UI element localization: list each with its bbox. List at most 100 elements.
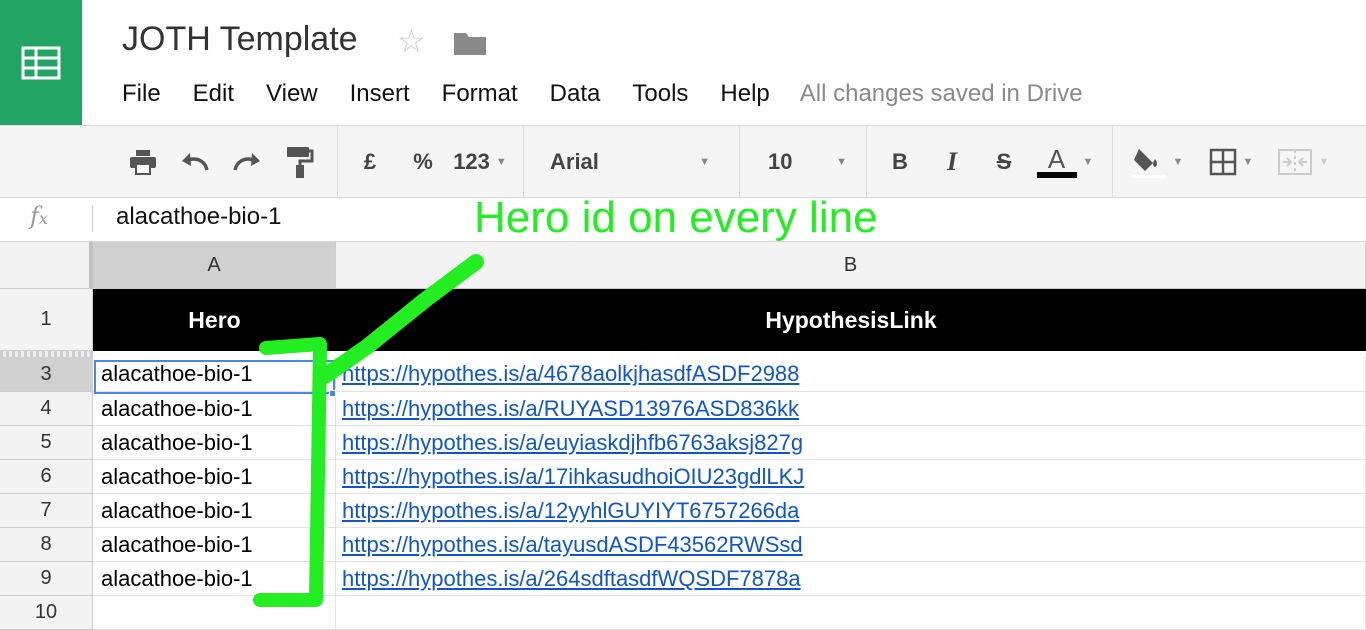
cell-link[interactable]: https://hypothes.is/a/4678aolkjhasdfASDF… [336, 357, 1366, 392]
menu-tools[interactable]: Tools [616, 80, 704, 108]
cell-link[interactable]: https://hypothes.is/a/17ihkasudhoiOIU23g… [336, 460, 1366, 494]
redo-icon [233, 153, 260, 171]
text-color-button[interactable]: A ▼ [1034, 126, 1096, 198]
chevron-down-icon: ▼ [699, 156, 710, 168]
hypothesis-link[interactable]: https://hypothes.is/a/264sdftasdfWQSDF78… [342, 566, 801, 592]
menu-file[interactable]: File [106, 80, 177, 108]
text-color-icon: A [1036, 144, 1077, 178]
borders-button[interactable]: ▼ [1200, 126, 1262, 198]
undo-button[interactable] [176, 126, 214, 198]
cell-hero[interactable]: alacathoe-bio-1 [93, 528, 336, 562]
menu-data[interactable]: Data [534, 80, 617, 108]
font-size-value: 10 [768, 149, 793, 174]
row-header-5[interactable]: 5 [0, 426, 93, 460]
borders-icon [1209, 148, 1236, 176]
paint-format-button[interactable] [280, 126, 318, 198]
fill-color-button[interactable]: ▼ [1126, 126, 1188, 198]
toolbar-divider [739, 126, 740, 198]
menu-format[interactable]: Format [426, 80, 534, 108]
hypothesis-link[interactable]: https://hypothes.is/a/4678aolkjhasdfASDF… [342, 361, 799, 387]
merge-cells-icon [1277, 149, 1312, 175]
print-button[interactable] [124, 126, 162, 198]
fx-icon: fx [30, 202, 48, 230]
sheets-grid-icon [21, 46, 61, 79]
chevron-down-icon: ▼ [1082, 156, 1094, 168]
row-header-10[interactable]: 10 [0, 596, 93, 630]
column-header-b[interactable]: B [336, 242, 1366, 289]
cell-hero[interactable]: alacathoe-bio-1 [93, 357, 336, 392]
column-header-a[interactable]: A [93, 242, 336, 289]
menu-bar: File Edit View Insert Format Data Tools … [106, 78, 1083, 110]
row-header-7[interactable]: 7 [0, 494, 93, 528]
percent-format-button[interactable]: % [405, 126, 441, 198]
hypothesis-link[interactable]: https://hypothes.is/a/tayusdASDF43562RWS… [342, 532, 803, 558]
document-title[interactable]: JOTH Template [122, 20, 358, 59]
app-header: JOTH Template ☆ File Edit View Insert Fo… [0, 0, 1366, 126]
cell-hero-header[interactable]: Hero [93, 289, 336, 351]
toolbar-divider [866, 126, 867, 198]
toolbar-divider [337, 126, 338, 198]
font-family-dropdown[interactable]: Arial ▼ [540, 126, 720, 198]
row-header-4[interactable]: 4 [0, 392, 93, 426]
number-format-dropdown[interactable]: 123 ▼ [448, 126, 512, 198]
undo-icon [182, 153, 209, 171]
chevron-down-icon: ▼ [1172, 156, 1184, 168]
cell-link[interactable] [336, 596, 1366, 630]
chevron-down-icon: ▼ [1318, 156, 1330, 168]
cell-link-header[interactable]: HypothesisLink [336, 289, 1366, 351]
toolbar: £ % 123 ▼ Arial ▼ 10 ▼ B I S A ▼ ▼ ▼ ▼ [0, 126, 1366, 198]
paint-bucket-icon [1130, 149, 1167, 179]
row-header-3[interactable]: 3 [0, 357, 93, 392]
annotation-label: Hero id on every line [474, 193, 878, 242]
hypothesis-link[interactable]: https://hypothes.is/a/RUYASD13976ASD836k… [342, 396, 799, 422]
text-color-swatch [1036, 172, 1077, 178]
cell-hero[interactable]: alacathoe-bio-1 [93, 460, 336, 494]
menu-edit[interactable]: Edit [177, 80, 250, 108]
formula-input[interactable]: alacathoe-bio-1 [116, 203, 516, 231]
bold-button[interactable]: B [884, 126, 916, 198]
font-size-dropdown[interactable]: 10 ▼ [760, 126, 855, 198]
row-header-9[interactable]: 9 [0, 562, 93, 596]
cell-hero[interactable]: alacathoe-bio-1 [93, 392, 336, 426]
toolbar-divider [523, 126, 524, 198]
cell-hero[interactable]: alacathoe-bio-1 [93, 494, 336, 528]
select-all-corner[interactable] [0, 242, 93, 289]
menu-view[interactable]: View [250, 80, 334, 108]
cell-hero[interactable]: alacathoe-bio-1 [93, 426, 336, 460]
font-family-value: Arial [550, 149, 599, 174]
star-icon[interactable]: ☆ [397, 25, 426, 57]
row-header-1[interactable]: 1 [0, 289, 93, 351]
number-format-label: 123 [453, 149, 490, 174]
merge-cells-button[interactable]: ▼ [1268, 126, 1338, 198]
cell-link[interactable]: https://hypothes.is/a/264sdftasdfWQSDF78… [336, 562, 1366, 596]
formula-divider [92, 206, 93, 232]
hypothesis-link[interactable]: https://hypothes.is/a/euyiaskdjhfb6763ak… [342, 430, 803, 456]
hypothesis-link[interactable]: https://hypothes.is/a/12yyhlGUYIYT675726… [342, 498, 799, 524]
cell-link[interactable]: https://hypothes.is/a/RUYASD13976ASD836k… [336, 392, 1366, 426]
row-header-8[interactable]: 8 [0, 528, 93, 562]
menu-help[interactable]: Help [704, 80, 785, 108]
menu-insert[interactable]: Insert [334, 80, 426, 108]
chevron-down-icon: ▼ [836, 156, 847, 168]
italic-button[interactable]: I [936, 126, 968, 198]
strikethrough-button[interactable]: S [988, 126, 1020, 198]
cell-hero[interactable]: alacathoe-bio-1 [93, 562, 336, 596]
text-color-glyph: A [1047, 144, 1066, 174]
cell-link[interactable]: https://hypothes.is/a/tayusdASDF43562RWS… [336, 528, 1366, 562]
cell-link[interactable]: https://hypothes.is/a/euyiaskdjhfb6763ak… [336, 426, 1366, 460]
currency-format-button[interactable]: £ [355, 126, 385, 198]
chevron-down-icon: ▼ [1242, 156, 1254, 168]
paint-format-icon [287, 147, 314, 178]
row-header-6[interactable]: 6 [0, 460, 93, 494]
cell-link[interactable]: https://hypothes.is/a/12yyhlGUYIYT675726… [336, 494, 1366, 528]
sheets-logo[interactable] [0, 0, 82, 125]
folder-icon[interactable] [453, 30, 487, 61]
hypothesis-link[interactable]: https://hypothes.is/a/17ihkasudhoiOIU23g… [342, 464, 804, 490]
save-status[interactable]: All changes saved in Drive [800, 80, 1083, 108]
cell-hero[interactable] [93, 596, 336, 630]
fill-handle[interactable] [329, 390, 336, 397]
toolbar-divider [1112, 126, 1113, 198]
chevron-down-icon: ▼ [495, 156, 507, 168]
redo-button[interactable] [228, 126, 266, 198]
spreadsheet-grid: A B 1 Hero HypothesisLink 3 alacathoe-bi… [0, 242, 1366, 630]
